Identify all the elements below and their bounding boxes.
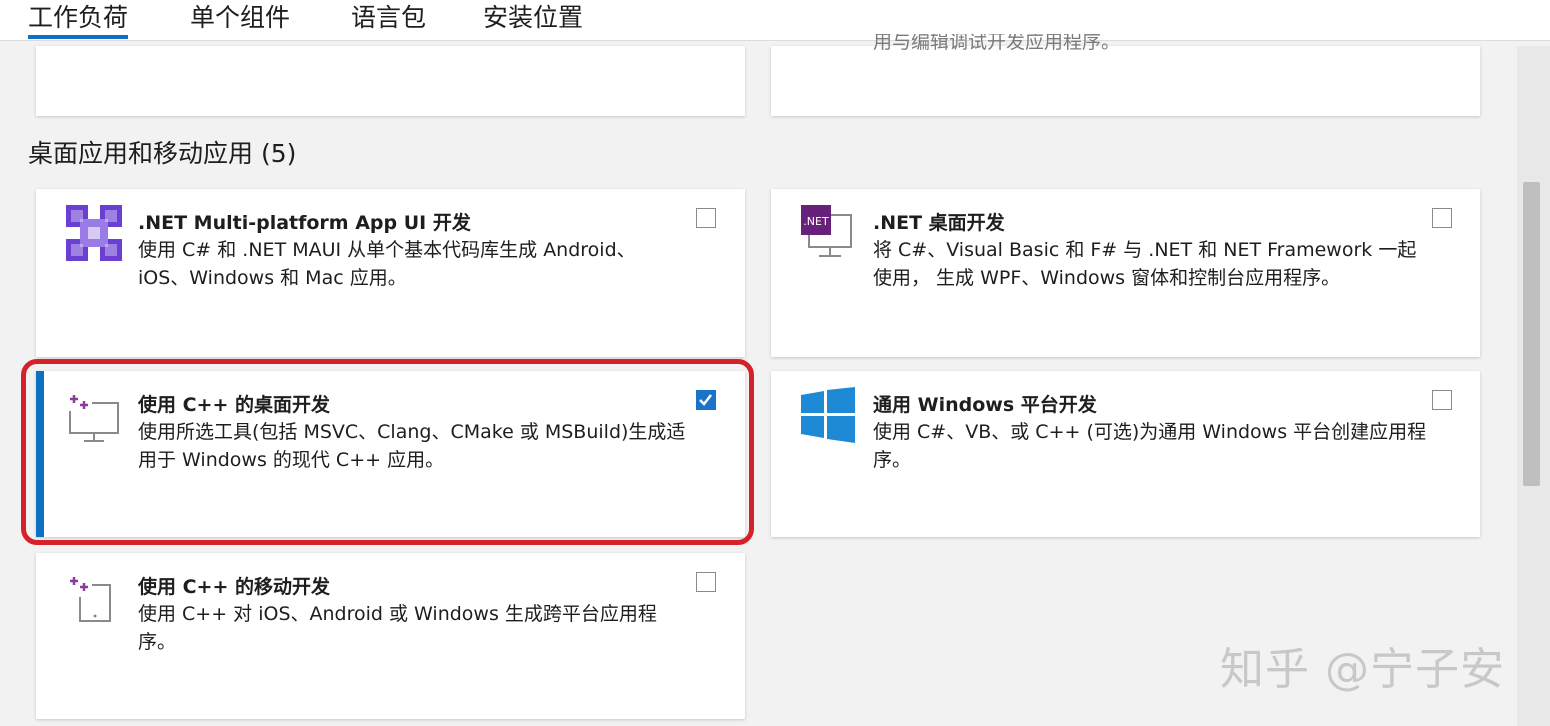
workload-card-dotnet-desktop[interactable]: .NET .NET 桌面开发 将 C#、Visual Basic 和 F# 与 … xyxy=(771,189,1480,357)
dotnet-badge-text: .NET xyxy=(803,215,829,228)
workload-title: 使用 C++ 的移动开发 xyxy=(138,576,331,598)
workload-checkbox[interactable] xyxy=(1432,390,1452,410)
highlight-annotation xyxy=(21,359,754,545)
maui-icon xyxy=(66,205,122,261)
workload-checkbox[interactable] xyxy=(696,208,716,228)
workload-tabs: 工作负荷 单个组件 语言包 安装位置 xyxy=(0,0,1550,41)
windows-logo-icon xyxy=(801,387,855,443)
watermark-text: 知乎 @宁子安 xyxy=(1220,644,1505,695)
workload-title: 通用 Windows 平台开发 xyxy=(873,394,1097,416)
partial-description: 用与编辑调试开发应用程序。 xyxy=(873,34,1121,53)
tab-workloads[interactable]: 工作负荷 xyxy=(28,0,129,39)
workload-card-cpp-mobile[interactable]: 使用 C++ 的移动开发 使用 C++ 对 iOS、Android 或 Wind… xyxy=(36,553,745,719)
tab-install-locations[interactable]: 安装位置 xyxy=(483,0,583,36)
workload-card-partial-right[interactable]: 用与编辑调试开发应用程序。 xyxy=(771,34,1480,116)
workload-description: 将 C#、Visual Basic 和 F# 与 .NET 和 NET Fram… xyxy=(873,239,1417,289)
workload-description: 使用 C# 和 .NET MAUI 从单个基本代码库生成 Android、iOS… xyxy=(138,239,636,289)
tab-language-packs[interactable]: 语言包 xyxy=(351,0,426,36)
workload-title: .NET 桌面开发 xyxy=(873,212,1005,234)
workload-checkbox[interactable] xyxy=(696,572,716,592)
workload-title: .NET Multi-platform App UI 开发 xyxy=(138,212,471,234)
workload-card-uwp[interactable]: 通用 Windows 平台开发 使用 C#、VB、或 C++ (可选)为通用 W… xyxy=(771,371,1480,537)
tab-individual-components[interactable]: 单个组件 xyxy=(190,0,290,36)
cpp-mobile-icon xyxy=(70,577,111,622)
scrollbar-thumb[interactable] xyxy=(1523,182,1540,486)
workload-card-maui[interactable]: .NET Multi-platform App UI 开发 使用 C# 和 .N… xyxy=(36,189,745,357)
workload-description: 使用 C++ 对 iOS、Android 或 Windows 生成跨平台应用程序… xyxy=(138,603,657,653)
workload-card-partial-left[interactable] xyxy=(36,46,745,116)
section-title: 桌面应用和移动应用 (5) xyxy=(28,139,297,168)
dotnet-desktop-icon: .NET xyxy=(801,205,852,257)
workload-description: 使用 C#、VB、或 C++ (可选)为通用 Windows 平台创建应用程序。 xyxy=(873,421,1427,471)
workload-checkbox[interactable] xyxy=(1432,208,1452,228)
